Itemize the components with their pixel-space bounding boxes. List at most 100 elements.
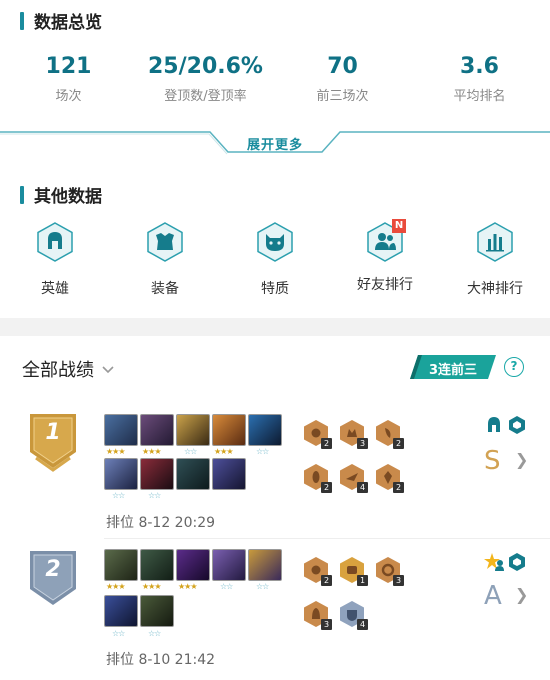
champion-portrait [212,549,246,581]
star-level: ☆☆ [112,491,125,500]
item-count: 3 [393,575,404,586]
item-count: 2 [321,575,332,586]
rank-time: 排位 8-10 21:42 [106,652,216,668]
quick-label: 特质 [261,281,289,297]
item-count: 2 [393,482,404,493]
cat-face-icon [257,222,293,262]
star-person-icon [484,553,504,571]
title-accent-bar [20,11,24,30]
stat-top-rate: 25/20.6% 登顶数/登顶率 [137,54,274,104]
chevron-right-icon[interactable]: ❯ [515,450,528,469]
match-row[interactable]: 2 ★★★ ★★★ ★★★ ☆☆ ☆☆ ☆☆ ☆☆ 排位 8-10 21:42 … [0,545,550,675]
star-level: ☆☆ [220,582,233,591]
star-level: ☆☆ [112,629,125,638]
helmet-icon [37,222,73,262]
champion-portrait [176,458,210,490]
shield-badge-icon [509,553,525,571]
item-count: 2 [321,438,332,449]
item-icon: 2 [304,420,332,449]
rank-time: 排位 8-12 20:29 [106,515,216,531]
quick-label: 好友排行 [357,277,413,293]
stat-games: 121 场次 [0,54,137,104]
help-icon[interactable]: ? [504,357,524,377]
star-level: ★★★ [106,582,126,591]
item-count: 2 [321,482,332,493]
stat-label: 平均排名 [453,89,506,104]
champion-portrait [104,595,138,627]
champion-portrait [140,595,174,627]
item-icon: 4 [340,601,368,630]
champion-portrait [176,549,210,581]
quick-label: 英雄 [41,281,69,297]
shield-badge-icon [509,416,525,434]
item-icon: 3 [304,601,332,630]
quick-heroes[interactable]: 英雄 [0,222,110,298]
grade-letter: S [484,446,501,476]
quick-label: 大神排行 [467,281,523,297]
champion-portrait [140,549,174,581]
star-level: ★★★ [106,447,126,456]
champion-portrait [248,414,282,446]
stat-value: 121 [45,54,92,79]
chevron-right-icon[interactable]: ❯ [515,585,528,604]
section-separator [0,318,550,336]
stat-value: 25/20.6% [148,54,263,79]
chevron-down-icon [102,366,114,374]
item-count: 3 [321,619,332,630]
match-row[interactable]: 1 ★★★ ★★★ ☆☆ ★★★ ☆☆ ☆☆ ☆☆ 排位 8-12 20:29 … [0,408,550,536]
place-number: 2 [45,557,61,582]
champion-portrait [104,414,138,446]
star-level: ★★★ [142,447,162,456]
overview-title: 数据总览 [20,8,102,33]
title-accent-bar [20,185,24,204]
expand-more-button[interactable]: 展开更多 [0,134,550,153]
champion-portrait [212,458,246,490]
star-level: ☆☆ [184,447,197,456]
armor-icon [147,222,183,262]
stat-label: 前三场次 [316,89,369,104]
records-title: 全部战绩 [22,360,94,381]
stat-label: 登顶数/登顶率 [164,89,247,104]
streak-label: 3连前三 [428,363,478,378]
helmet-icon [488,417,500,432]
item-count: 4 [357,619,368,630]
stat-label: 场次 [55,89,82,104]
records-filter[interactable]: 全部战绩 [22,356,116,382]
item-count: 4 [357,482,368,493]
grade-letter: A [484,581,502,611]
star-level: ☆☆ [256,582,269,591]
champion-portrait [176,414,210,446]
new-badge: N [392,219,406,233]
quick-equipment[interactable]: 装备 [110,222,220,298]
item-count: 3 [357,438,368,449]
item-count: 1 [357,575,368,586]
quick-friends-rank[interactable]: N 好友排行 [330,219,440,294]
row-divider [104,538,550,539]
friends-icon-wrap: N [365,219,406,262]
star-level: ☆☆ [256,447,269,456]
star-level: ★★★ [214,447,234,456]
star-level: ☆☆ [148,629,161,638]
other-title: 其他数据 [20,182,102,207]
item-count: 2 [393,438,404,449]
item-icon: 2 [304,464,332,493]
champion-portrait [104,458,138,490]
champion-portrait [104,549,138,581]
item-icon: 1 [340,557,368,586]
quick-traits[interactable]: 特质 [220,222,330,298]
item-icon: 2 [304,557,332,586]
stat-avg-rank: 3.6 平均排名 [411,54,548,104]
star-level: ☆☆ [148,491,161,500]
quick-pro-rank[interactable]: 大神排行 [440,222,550,298]
item-icon: 2 [376,464,404,493]
item-icon: 3 [340,420,368,449]
star-level: ★★★ [142,582,162,591]
other-title-text: 其他数据 [34,187,102,207]
stat-value: 3.6 [460,54,499,79]
stat-value: 70 [327,54,358,79]
bar-chart-icon [477,222,513,262]
star-level: ★★★ [178,582,198,591]
place-number: 1 [45,420,61,445]
item-icon: 3 [376,557,404,586]
champion-portrait [212,414,246,446]
